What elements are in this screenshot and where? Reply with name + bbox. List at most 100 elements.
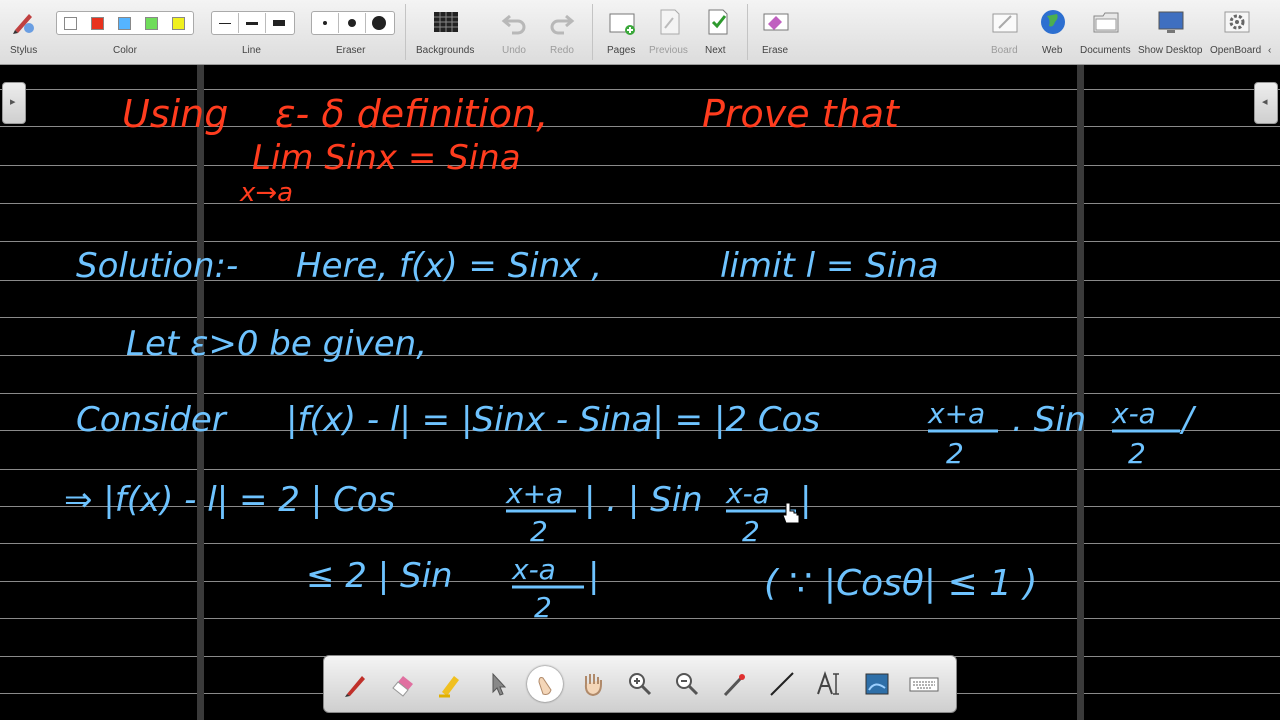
erase-label: Erase — [762, 45, 789, 56]
implies-fraction2-den: 2 — [742, 515, 760, 548]
line-group: Line — [211, 0, 295, 64]
gear-icon — [1224, 11, 1250, 33]
leq-fraction-den: 2 — [534, 591, 552, 624]
web-label: Web — [1042, 45, 1063, 56]
zoom-out-tool[interactable] — [669, 666, 705, 702]
redo-label: Redo — [550, 45, 574, 56]
redo-button[interactable]: Redo — [540, 0, 584, 64]
eraser-tool[interactable] — [385, 666, 421, 702]
pages-button[interactable]: Pages — [600, 0, 644, 64]
color-palette — [56, 11, 194, 35]
line-thin-button[interactable] — [212, 13, 239, 33]
line-medium-button[interactable] — [239, 13, 266, 33]
zoom-in-tool[interactable] — [622, 666, 658, 702]
line-icon — [770, 672, 794, 696]
consider-sin: . Sin — [1012, 400, 1086, 440]
color-swatch-yellow[interactable] — [172, 16, 185, 30]
stylus-label: Stylus — [10, 45, 38, 56]
eraser-large-button[interactable] — [366, 13, 392, 33]
toolbar-divider — [405, 4, 406, 60]
globe-icon — [1041, 10, 1065, 34]
implies-sin: | . | Sin — [584, 480, 703, 520]
consider-fraction1-num: x+a — [927, 397, 985, 430]
backgrounds-button[interactable]: Backgrounds — [414, 0, 478, 64]
hand-cursor-icon — [782, 502, 800, 524]
color-swatch-green[interactable] — [145, 16, 158, 30]
board-icon — [992, 13, 1018, 33]
consider-fraction1-den: 2 — [946, 437, 964, 470]
line-tool[interactable] — [764, 666, 800, 702]
next-page-icon — [708, 9, 728, 35]
implies-fraction1-den: 2 — [530, 515, 548, 548]
pages-label: Pages — [607, 45, 636, 56]
capture-icon — [865, 673, 889, 695]
erase-board-icon — [763, 13, 789, 31]
pen-tool[interactable] — [338, 666, 374, 702]
zoom-out-icon — [676, 673, 699, 696]
collapse-toolbar-button[interactable]: ‹ — [1268, 0, 1280, 64]
color-swatch-red[interactable] — [91, 16, 104, 30]
hand-icon — [584, 674, 602, 697]
toolbar-divider — [592, 4, 593, 60]
monitor-icon — [1158, 11, 1184, 33]
eraser-medium-button[interactable] — [339, 13, 366, 33]
leq-fraction-num: x-a — [511, 553, 556, 586]
zoom-in-icon — [628, 673, 651, 696]
redo-icon — [550, 14, 575, 35]
pen-icon — [344, 676, 365, 697]
selector-tool[interactable] — [480, 666, 516, 702]
play-tool[interactable] — [527, 666, 564, 702]
erase-board-button[interactable]: Erase — [754, 0, 798, 64]
leq-expression: ≤ 2 | Sin — [306, 556, 453, 596]
ink-layer: Using ε- δ definition, Prove that Lim Si… — [64, 92, 1197, 624]
laser-pointer-tool[interactable] — [717, 666, 753, 702]
consider-fraction2-den: 2 — [1128, 437, 1146, 470]
consider-close-bar: / — [1179, 400, 1197, 440]
undo-label: Undo — [502, 45, 526, 56]
color-swatch-blue[interactable] — [118, 16, 131, 30]
show-desktop-button[interactable]: Show Desktop — [1138, 0, 1204, 64]
title-using: Using — [122, 92, 228, 136]
solution-here-f: Here, f(x) = Sinx , — [296, 246, 602, 286]
add-page-icon — [609, 13, 635, 35]
solution-limit-l: limit l = Sina — [720, 246, 939, 286]
eraser-icon — [392, 676, 414, 697]
backgrounds-label: Backgrounds — [416, 45, 475, 56]
color-swatch-white[interactable] — [64, 16, 77, 30]
color-group: Color — [56, 0, 194, 64]
highlighter-icon — [439, 676, 460, 698]
documents-label: Documents — [1080, 45, 1131, 56]
line-width-selector — [211, 11, 295, 35]
hand-tool[interactable] — [575, 666, 611, 702]
consider-label: Consider — [76, 400, 228, 440]
undo-button[interactable]: Undo — [492, 0, 536, 64]
next-page-button[interactable]: Next — [696, 0, 738, 64]
arrow-cursor-icon — [492, 672, 506, 696]
capture-tool[interactable] — [859, 666, 895, 702]
line-thick-button[interactable] — [266, 13, 292, 33]
highlighter-tool[interactable] — [432, 666, 468, 702]
title-prove-that: Prove that — [702, 92, 901, 136]
folder-icon — [1093, 12, 1119, 33]
let-epsilon-line: Let ε>0 be given, — [126, 324, 427, 364]
web-button[interactable]: Web — [1032, 0, 1074, 64]
color-label: Color — [113, 45, 137, 56]
previous-page-button[interactable]: Previous — [646, 0, 692, 64]
implies-fraction2-num: x-a — [725, 477, 770, 510]
previous-label: Previous — [649, 45, 688, 56]
stylus-button[interactable]: Stylus — [0, 0, 46, 64]
whiteboard-canvas[interactable]: ▸ ◂ Using ε- δ definition, Prove that Li… — [0, 65, 1280, 720]
documents-button[interactable]: Documents — [1078, 0, 1134, 64]
top-toolbar: Stylus Color Line Eraser Backgrounds Und… — [0, 0, 1280, 65]
toolbar-divider — [747, 4, 748, 60]
board-button[interactable]: Board — [984, 0, 1026, 64]
text-tool[interactable] — [811, 666, 847, 702]
eraser-size-selector — [311, 11, 395, 35]
board-label: Board — [991, 45, 1018, 56]
grid-background-icon — [434, 12, 458, 32]
virtual-keyboard-tool[interactable] — [906, 666, 942, 702]
eraser-small-button[interactable] — [312, 13, 339, 33]
eraser-label: Eraser — [336, 45, 366, 56]
openboard-label: OpenBoard — [1210, 45, 1262, 56]
openboard-menu-button[interactable]: OpenBoard — [1208, 0, 1266, 64]
